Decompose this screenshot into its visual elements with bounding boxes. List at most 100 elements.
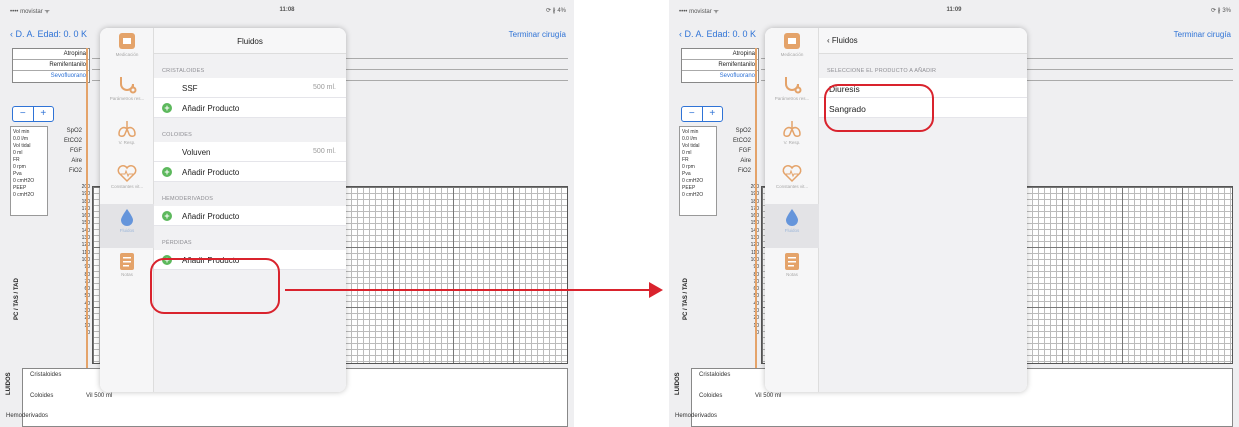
fluids-popover: Medicación Parámetros res... V. Resp. Co…	[100, 28, 346, 392]
vital-sign-labels: SpO2 EtCO2 FGF Aire FiO2	[721, 126, 751, 176]
drug-row[interactable]: Atropina	[682, 49, 758, 60]
drug-row[interactable]: Atropina	[13, 49, 89, 60]
tab-label: Fluidos	[784, 228, 800, 233]
back-button[interactable]: ‹ D. A. Edad: 0. 0 K	[679, 29, 756, 39]
add-label: Añadir Producto	[182, 212, 240, 221]
option-sangrado[interactable]: Sangrado	[819, 98, 1027, 118]
tab-label: Constantes vit...	[110, 184, 144, 189]
vital-sign: EtCO2	[63, 138, 82, 144]
tab-medication[interactable]: Medicación	[100, 28, 154, 72]
tab-medication[interactable]: Medicación	[765, 28, 819, 72]
back-button[interactable]: ‹ D. A. Edad: 0. 0 K	[10, 29, 87, 39]
finish-surgery-button[interactable]: Terminar cirugía	[509, 30, 566, 39]
vital-value: 0.0 l/m	[13, 136, 29, 142]
carrier-label: •••• movistar ᯤ	[10, 9, 50, 15]
drug-row[interactable]: Sevofluorano	[682, 71, 758, 82]
plus-button[interactable]: +	[34, 107, 54, 121]
plus-icon: +	[162, 211, 172, 221]
tab-vitals[interactable]: Constantes vit...	[765, 160, 819, 204]
panel-header: ‹ Fluidos	[819, 28, 1027, 54]
vital-sign: FGF	[739, 148, 751, 154]
vital-sign: FGF	[70, 148, 82, 154]
drug-table: Atropina Remifentanilo Sevofluorano	[681, 48, 759, 83]
fluids-panel-content: Fluidos CRISTALOIDES SSF 500 ml. + Añadi…	[154, 28, 346, 392]
option-label: Sangrado	[829, 104, 866, 114]
plus-icon: +	[162, 167, 172, 177]
vital-value: 0.0 l/m	[682, 136, 698, 142]
zoom-stepper[interactable]: − +	[12, 106, 54, 122]
vital-sign: Aire	[71, 158, 82, 164]
panel-back-label: Fluidos	[831, 36, 858, 45]
tab-notes[interactable]: Notas	[100, 248, 154, 292]
tab-label: Constantes vit...	[775, 184, 809, 189]
product-picker-content: ‹ Fluidos SELECCIONE EL PRODUCTO A AÑADI…	[819, 28, 1027, 392]
tab-parameters[interactable]: Parámetros res...	[100, 72, 154, 116]
battery-indicator: ⟳ ∦ 4%	[545, 8, 566, 14]
medication-icon	[784, 33, 800, 49]
add-product-button-perdidas[interactable]: + Añadir Producto	[154, 250, 346, 270]
carrier-label: •••• movistar ᯤ	[679, 9, 719, 15]
tab-label: Parámetros res...	[774, 96, 810, 101]
tab-label: Medicación	[780, 52, 804, 57]
vital-label: Vol min	[13, 129, 30, 135]
panel-back-button[interactable]: ‹ Fluidos	[827, 36, 858, 45]
tab-notes[interactable]: Notas	[765, 248, 819, 292]
lungs-icon	[783, 121, 801, 137]
vital-value: 0 cmH2O	[682, 192, 704, 198]
vital-sign: FiO2	[737, 168, 751, 174]
panel-title: Fluidos	[237, 37, 263, 46]
product-row[interactable]: Voluven 500 ml.	[154, 142, 346, 162]
tab-vitals[interactable]: Constantes vit...	[100, 160, 154, 204]
ventilation-box: Vol min 0.0 l/m Vol tidal 0 ml FR 0 rpm …	[10, 126, 48, 216]
tab-parameters[interactable]: Parámetros res...	[765, 72, 819, 116]
stethoscope-icon	[785, 77, 802, 94]
product-qty: 500 ml.	[313, 148, 336, 155]
lungs-icon	[118, 121, 136, 137]
tab-respiratory[interactable]: V. Resp.	[100, 116, 154, 160]
plus-button[interactable]: +	[703, 107, 723, 121]
add-label: Añadir Producto	[182, 168, 240, 177]
tab-label: V. Resp.	[783, 140, 801, 145]
add-product-button[interactable]: + Añadir Producto	[154, 98, 346, 118]
finish-surgery-button[interactable]: Terminar cirugía	[1174, 30, 1231, 39]
option-label: Diuresis	[829, 84, 860, 94]
notes-icon	[785, 253, 799, 270]
add-product-button[interactable]: + Añadir Producto	[154, 206, 346, 226]
fluid-row-coloides: Coloides	[30, 393, 54, 399]
fluid-value: Vil 500 ml	[755, 393, 782, 399]
y-axis-label: PC / TAS / TAD	[14, 278, 20, 320]
tab-fluids[interactable]: Fluidos	[765, 204, 819, 248]
vital-value: 0 ml	[13, 150, 23, 156]
drug-row[interactable]: Sevofluorano	[13, 71, 89, 82]
minus-button[interactable]: −	[682, 107, 703, 121]
tab-fluids[interactable]: Fluidos	[100, 204, 154, 248]
vital-sign: FiO2	[68, 168, 82, 174]
y-axis-label: PC / TAS / TAD	[683, 278, 689, 320]
minus-button[interactable]: −	[13, 107, 34, 121]
status-bar: •••• movistar ᯤ 11:09 ⟳ ∦ 3%	[669, 0, 1239, 20]
vital-value: 0 cmH2O	[13, 178, 35, 184]
vital-label: Pva	[13, 171, 22, 177]
add-product-button[interactable]: + Añadir Producto	[154, 162, 346, 182]
drop-icon	[786, 209, 798, 226]
drug-row[interactable]: Remifentanilo	[682, 60, 758, 71]
vital-label: Pva	[682, 171, 691, 177]
product-row[interactable]: SSF 500 ml.	[154, 78, 346, 98]
zoom-stepper[interactable]: − +	[681, 106, 723, 122]
tutorial-figure: •••• movistar ᯤ 11:08 ⟳ ∦ 4% ‹ D. A. Eda…	[0, 0, 1239, 427]
product-name: Voluven	[182, 148, 211, 157]
section-header: HEMODERIVADOS	[162, 196, 214, 202]
tab-respiratory[interactable]: V. Resp.	[765, 116, 819, 160]
tab-label: Fluidos	[119, 228, 135, 233]
arrow-head-icon	[649, 282, 663, 298]
transition-arrow-line	[285, 289, 655, 291]
back-label: D. A. Edad: 0. 0 K	[684, 29, 757, 39]
plus-icon: +	[162, 255, 172, 265]
option-diuresis[interactable]: Diuresis	[819, 78, 1027, 98]
drug-row[interactable]: Remifentanilo	[13, 60, 89, 71]
status-bar: •••• movistar ᯤ 11:08 ⟳ ∦ 4%	[0, 0, 574, 20]
vital-label: FR	[682, 157, 689, 163]
screenshot-after: •••• movistar ᯤ 11:09 ⟳ ∦ 3% ‹ D. A. Eda…	[669, 0, 1239, 427]
vital-value: 0 cmH2O	[13, 192, 35, 198]
fluid-row-coloides: Coloides	[699, 393, 723, 399]
